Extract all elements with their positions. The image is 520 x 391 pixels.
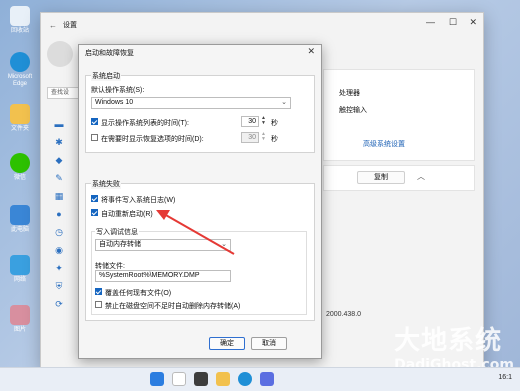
sidebar-personalization-icon[interactable]: ✎ (47, 169, 71, 187)
disable-autodelete-label: 禁止在磁盘空间不足时自动删除内存转储(A) (105, 303, 241, 310)
cancel-button-label: 取消 (262, 340, 276, 347)
sidebar-accessibility-icon[interactable]: ✦ (47, 259, 71, 277)
folder-icon (10, 104, 30, 124)
close-icon[interactable]: ✕ (469, 17, 477, 28)
recycle-bin-icon (10, 6, 30, 26)
dump-file-value: %SystemRoot%\MEMORY.DMP (99, 272, 200, 279)
settings-titlebar: ← 设置 (41, 13, 483, 37)
seconds-unit-label: 秒 (271, 136, 278, 143)
show-recovery-seconds-value: 30 (248, 134, 256, 141)
default-os-label: 默认操作系统(S): (91, 87, 145, 94)
desktop-icon-label: 网络 (13, 277, 26, 283)
wechat-icon (10, 153, 30, 173)
network-icon (10, 255, 30, 275)
chevron-down-icon: ⌄ (281, 99, 287, 106)
sidebar-accounts-icon[interactable]: ● (47, 205, 71, 223)
store-icon[interactable] (260, 372, 274, 386)
disable-autodelete-checkbox[interactable] (95, 301, 102, 308)
auto-restart-label: 自动重新启动(R) (101, 211, 153, 218)
desktop-icon-label: 回收站 (10, 28, 29, 34)
show-os-list-seconds-value: 30 (248, 118, 256, 125)
sidebar-bluetooth-icon[interactable]: ✱ (47, 133, 71, 151)
show-recovery-seconds-input[interactable]: 30 (241, 132, 259, 143)
watermark: 大地系统 DadiGhost.com (394, 320, 514, 373)
show-os-list-label: 显示操作系统列表的时间(T): (101, 120, 189, 127)
avatar (47, 41, 73, 67)
taskbar: 16:1 (0, 367, 520, 391)
system-failure-heading: 系统失败 (91, 179, 121, 189)
watermark-title: 大地系统 (394, 326, 503, 356)
touch-input-label: 触控输入 (339, 107, 367, 114)
sidebar-system-icon[interactable]: ▬ (47, 115, 71, 133)
copy-button[interactable]: 复制 (357, 171, 405, 184)
ok-button-label: 确定 (220, 340, 234, 347)
sidebar-privacy-icon[interactable]: ⛨ (47, 277, 71, 295)
show-os-list-checkbox[interactable] (91, 118, 98, 125)
desktop-icon-edge[interactable]: Microsoft Edge (2, 52, 38, 88)
dialog-close-icon[interactable]: ✕ (307, 46, 315, 57)
system-startup-heading: 系统启动 (91, 71, 121, 81)
search-placeholder: 查找设 (51, 90, 70, 96)
settings-title: 设置 (63, 22, 77, 29)
picture-icon (10, 305, 30, 325)
task-view-icon[interactable] (194, 372, 208, 386)
ok-button[interactable]: 确定 (209, 337, 245, 350)
desktop-icon-label: 图片 (13, 327, 26, 333)
desktop-icon-folder[interactable]: 文件夹 (2, 104, 38, 133)
overwrite-checkbox[interactable] (95, 288, 102, 295)
clock[interactable]: 16:1 (498, 374, 512, 381)
desktop-icon-recycle-bin[interactable]: 回收站 (2, 6, 38, 35)
cancel-button[interactable]: 取消 (251, 337, 287, 350)
show-os-list-seconds-input[interactable]: 30 (241, 116, 259, 127)
sidebar-network-icon[interactable]: ◆ (47, 151, 71, 169)
edge-icon[interactable] (238, 372, 252, 386)
search-icon[interactable] (172, 372, 186, 386)
write-event-checkbox[interactable] (91, 195, 98, 202)
file-explorer-icon[interactable] (216, 372, 230, 386)
dialog-title: 启动和故障恢复 (85, 50, 134, 57)
show-recovery-label: 在需要时显示恢复选项的时间(D): (101, 136, 204, 143)
debug-info-heading: 写入调试信息 (95, 227, 139, 237)
desktop-icon-wechat[interactable]: 微信 (2, 153, 38, 182)
default-os-select[interactable]: Windows 10 ⌄ (91, 97, 291, 109)
spinner-arrows-icon[interactable]: ▲ ▼ (260, 116, 267, 127)
maximize-icon[interactable]: ☐ (449, 17, 457, 28)
processor-label: 处理器 (339, 90, 360, 97)
advanced-system-settings-link[interactable]: 高级系统设置 (363, 139, 405, 149)
settings-sidebar: ▬ ✱ ◆ ✎ ▦ ● ◷ ◉ ✦ ⛨ ⟳ (47, 115, 71, 313)
desktop-icon-picture[interactable]: 图片 (2, 305, 38, 334)
back-arrow-icon[interactable]: ← (49, 21, 57, 30)
desktop-icon-this-pc[interactable]: 此电脑 (2, 205, 38, 234)
spinner-arrows-icon[interactable]: ▲ ▼ (260, 132, 267, 143)
chevron-up-icon[interactable]: ︿ (417, 171, 425, 182)
minimize-icon[interactable]: — (426, 17, 435, 27)
annotation-arrow-icon (156, 210, 235, 255)
debug-info-value: 自动内存转储 (99, 241, 141, 248)
os-build-value: 2000.438.0 (326, 311, 362, 318)
desktop-icon-label: 此电脑 (10, 227, 29, 233)
start-icon[interactable] (150, 372, 164, 386)
edge-icon (10, 52, 30, 72)
desktop-icon-label: 文件夹 (10, 126, 29, 132)
auto-restart-checkbox[interactable] (91, 209, 98, 216)
show-recovery-checkbox[interactable] (91, 134, 98, 141)
sidebar-apps-icon[interactable]: ▦ (47, 187, 71, 205)
computer-icon (10, 205, 30, 225)
desktop-icon-label: 微信 (13, 175, 26, 181)
desktop-icon-network[interactable]: 网络 (2, 255, 38, 284)
seconds-unit-label: 秒 (271, 120, 278, 127)
default-os-value: Windows 10 (95, 99, 134, 106)
sidebar-update-icon[interactable]: ⟳ (47, 295, 71, 313)
desktop-icon-label: Microsoft Edge (7, 74, 33, 87)
sidebar-gaming-icon[interactable]: ◉ (47, 241, 71, 259)
overwrite-label: 覆盖任何现有文件(O) (105, 290, 172, 297)
sidebar-time-icon[interactable]: ◷ (47, 223, 71, 241)
copy-button-label: 复制 (374, 174, 388, 181)
dump-file-input[interactable]: %SystemRoot%\MEMORY.DMP (95, 270, 231, 282)
